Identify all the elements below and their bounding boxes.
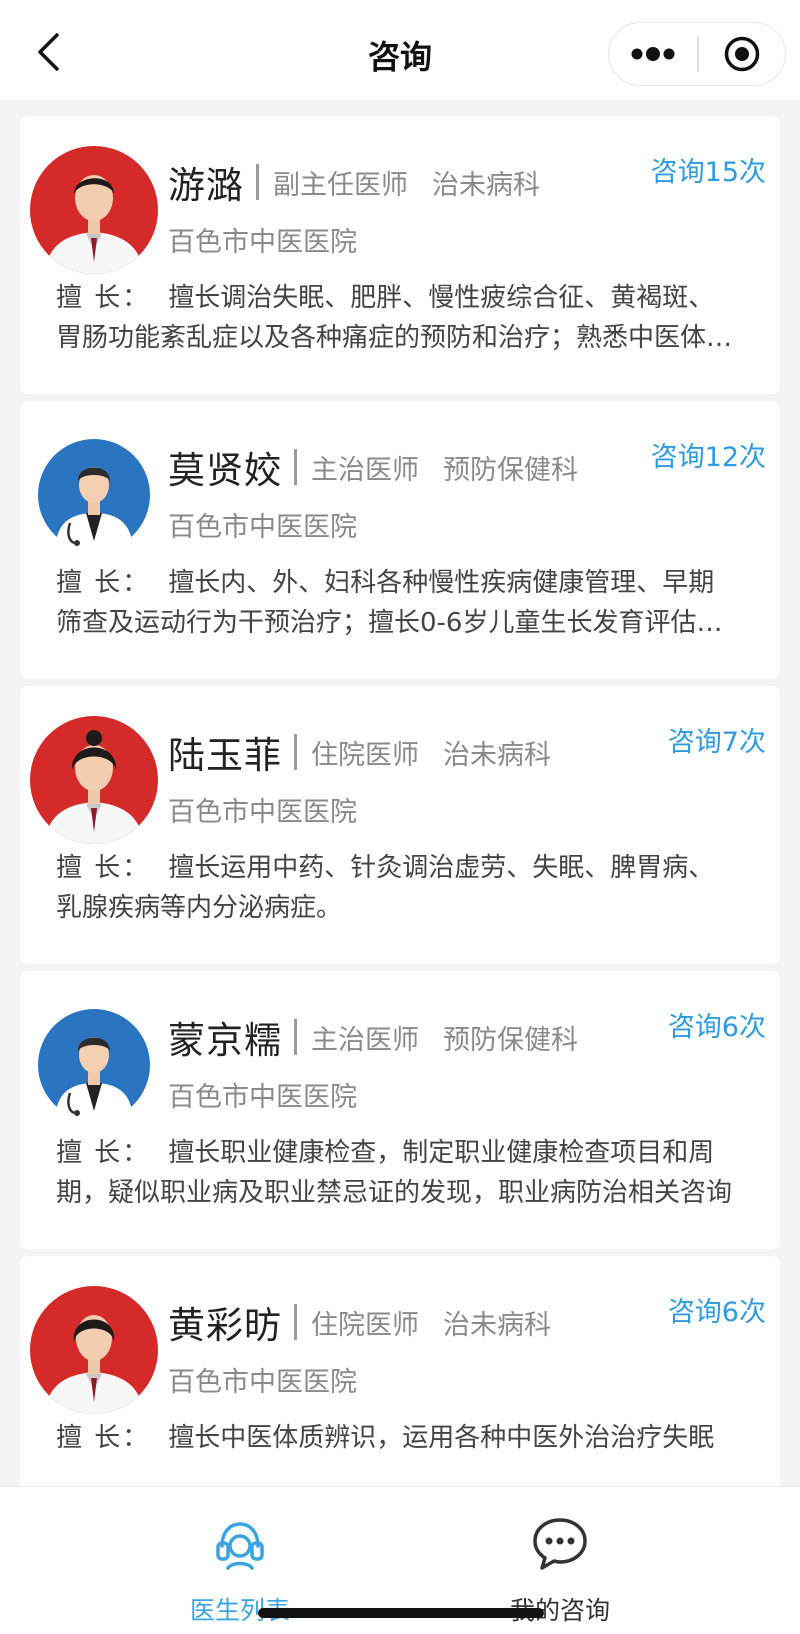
doctor-specialty: 擅 长： 擅长中医体质辨识，运用各种中医外治治疗失眠 [56,1418,736,1458]
doctor-name-row: 蒙京糯 主治医师 预防保健科 [168,1013,578,1062]
divider [294,1019,297,1055]
chat-bubble-icon [533,1518,587,1570]
doctor-department: 预防保健科 [443,454,578,486]
doctor-department: 治未病科 [432,169,540,201]
doctor-title: 副主任医师 [273,169,408,201]
chat-icon-wrap [525,1509,595,1579]
target-icon [724,36,759,72]
doctor-avatar [30,1286,158,1414]
doctor-specialty: 擅 长： 擅长内、外、妇科各种慢性疾病健康管理、早期筛查及运动行为干预治疗；擅长0… [56,563,736,643]
close-mini-program-button[interactable] [699,23,786,85]
doctor-card[interactable]: 莫贤姣 主治医师 预防保健科 百色市中医医院 咨询12次 擅 长： 擅长内、外、妇… [20,401,780,679]
doctor-name: 莫贤姣 [168,449,282,492]
doctor-card[interactable]: 蒙京糯 主治医师 预防保健科 百色市中医医院 咨询6次 擅 长： 擅长职业健康检查… [20,971,780,1249]
divider [256,164,259,200]
doctor-title: 住院医师 [311,739,419,771]
doctor-name-row: 黄彩昉 住院医师 治未病科 [168,1298,551,1347]
doctor-card[interactable]: 陆玉菲 住院医师 治未病科 百色市中医医院 咨询7次 擅 长： 擅长运用中药、针灸… [20,686,780,964]
doctor-name: 游潞 [168,164,244,207]
doctor-card[interactable]: 游潞 副主任医师 治未病科 百色市中医医院 咨询15次 擅 长： 擅长调治失眠、肥… [20,116,780,394]
specialty-label: 擅 长： [56,853,151,883]
divider [294,1304,297,1340]
doctor-name: 蒙京糯 [168,1019,282,1062]
more-button[interactable] [609,23,697,85]
doctor-title: 住院医师 [311,1309,419,1341]
doctor-department: 预防保健科 [443,1024,578,1056]
doctor-avatar [30,716,158,844]
doctor-hospital: 百色市中医医院 [168,1082,357,1113]
doctor-hospital: 百色市中医医院 [168,1367,357,1398]
home-indicator [258,1608,544,1618]
consult-count: 咨询15次 [650,157,766,188]
doctor-specialty: 擅 长： 擅长运用中药、针灸调治虚劳、失眠、脾胃病、乳腺疾病等内分泌病症。 [56,848,736,928]
consult-count: 咨询7次 [667,727,766,758]
doctor-title: 主治医师 [311,454,419,486]
doctor-name: 黄彩昉 [168,1304,282,1347]
mini-program-capsule [608,22,786,86]
nav-bar: 咨询 [0,0,800,100]
doctor-avatar [30,1001,158,1129]
specialty-label: 擅 长： [56,1138,151,1168]
doctor-department: 治未病科 [443,1309,551,1341]
more-dots-icon [631,47,675,61]
female-photo-avatar-icon [30,1286,158,1414]
female-photo-avatar-icon [30,146,158,274]
specialty-text: 擅长调治失眠、肥胖、慢性疲综合征、黄褐斑、胃肠功能紊乱症以及各种痛症的预防和治疗… [56,283,733,353]
doctor-hospital: 百色市中医医院 [168,227,357,258]
divider [294,449,297,485]
doctor-name: 陆玉菲 [168,734,282,777]
consult-count: 咨询6次 [667,1012,766,1043]
female-photo-avatar-icon [30,716,158,844]
specialty-label: 擅 长： [56,283,151,313]
consult-count: 咨询6次 [667,1297,766,1328]
specialty-label: 擅 长： [56,1423,151,1453]
doctor-specialty: 擅 长： 擅长调治失眠、肥胖、慢性疲综合征、黄褐斑、胃肠功能紊乱症以及各种痛症的预… [56,278,736,358]
specialty-text: 擅长内、外、妇科各种慢性疾病健康管理、早期筛查及运动行为干预治疗；擅长0-6岁儿… [56,568,723,638]
doctor-placeholder-avatar-icon [38,1009,150,1125]
doctor-name-row: 游潞 副主任医师 治未病科 [168,158,540,207]
specialty-text: 擅长职业健康检查，制定职业健康检查项目和周期，疑似职业病及职业禁忌证的发现，职业… [56,1138,733,1208]
doctor-specialty: 擅 长： 擅长职业健康检查，制定职业健康检查项目和周期，疑似职业病及职业禁忌证的发… [56,1133,736,1213]
doctor-avatar [30,146,158,274]
specialty-label: 擅 长： [56,568,151,598]
specialty-text: 擅长运用中药、针灸调治虚劳、失眠、脾胃病、乳腺疾病等内分泌病症。 [56,853,715,923]
consult-count: 咨询12次 [650,442,766,473]
doctor-placeholder-avatar-icon [38,439,150,555]
headset-icon [216,1522,264,1570]
headset-icon-wrap [205,1509,275,1579]
doctor-name-row: 陆玉菲 住院医师 治未病科 [168,728,551,777]
doctor-department: 治未病科 [443,739,551,771]
specialty-text: 擅长中医体质辨识，运用各种中医外治治疗失眠 [168,1423,715,1453]
doctor-title: 主治医师 [311,1024,419,1056]
divider [294,734,297,770]
doctor-avatar [30,431,158,559]
doctor-name-row: 莫贤姣 主治医师 预防保健科 [168,443,578,492]
doctor-hospital: 百色市中医医院 [168,512,357,543]
doctor-hospital: 百色市中医医院 [168,797,357,828]
